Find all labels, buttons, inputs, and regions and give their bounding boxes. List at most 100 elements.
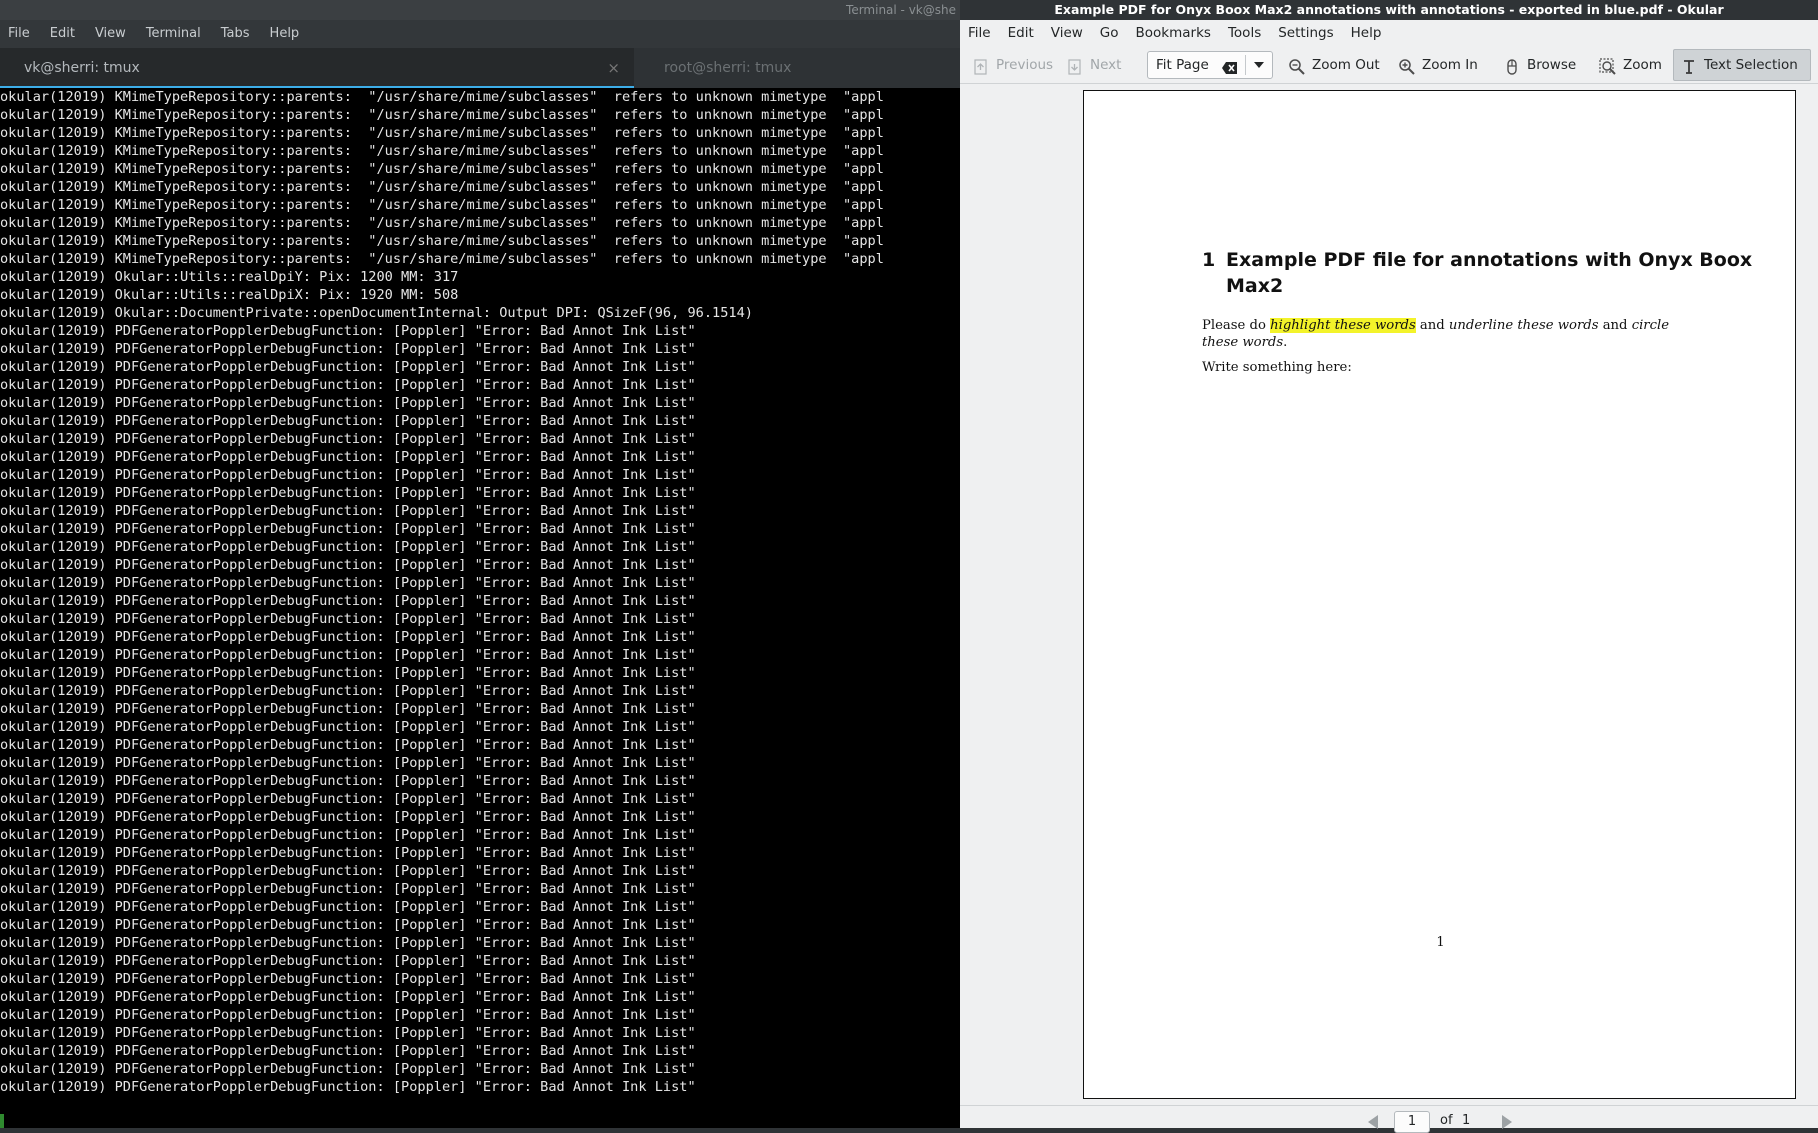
terminal-menu-help[interactable]: Help — [270, 20, 300, 48]
text-selection-button[interactable]: Text Selection — [1673, 49, 1811, 81]
okular-window-title: Example PDF for Onyx Boox Max2 annotatio… — [1054, 2, 1724, 17]
page-navigation-bar: 1 of 1 — [960, 1105, 1818, 1133]
zoom-in-icon — [1398, 56, 1416, 75]
terminal-line: okular(12019) PDFGeneratorPopplerDebugFu… — [0, 557, 696, 573]
okular-menu-bookmarks[interactable]: Bookmarks — [1136, 20, 1211, 46]
para-prefix: Please do — [1202, 318, 1271, 333]
terminal-line: okular(12019) PDFGeneratorPopplerDebugFu… — [0, 755, 696, 771]
terminal-line: okular(12019) KMimeTypeRepository::paren… — [0, 251, 884, 267]
terminal-window-title: Terminal - vk@she — [846, 3, 956, 17]
page-footer-number: 1 — [1436, 935, 1445, 950]
chevron-down-icon[interactable] — [1254, 62, 1264, 68]
clear-text-icon[interactable] — [1222, 58, 1238, 74]
page-of-label: of — [1440, 1113, 1453, 1128]
heading-text: Example PDF file for annotations with On… — [1226, 249, 1753, 297]
terminal-line: okular(12019) PDFGeneratorPopplerDebugFu… — [0, 683, 696, 699]
highlight-annotation[interactable]: highlight these words — [1270, 318, 1416, 333]
page-total-label: 1 — [1462, 1113, 1471, 1128]
hand-icon — [1503, 56, 1521, 75]
terminal-menu-file[interactable]: File — [8, 20, 30, 48]
okular-menu-tools[interactable]: Tools — [1228, 20, 1261, 46]
para-and: and — [1415, 318, 1449, 333]
terminal-output[interactable]: okular(12019) KMimeTypeRepository::paren… — [0, 88, 960, 1128]
terminal-line: okular(12019) PDFGeneratorPopplerDebugFu… — [0, 539, 696, 555]
para-end: . — [1283, 335, 1288, 350]
terminal-line: okular(12019) PDFGeneratorPopplerDebugFu… — [0, 575, 696, 591]
document-heading: 1 Example PDF file for annotations with … — [1202, 247, 1762, 299]
zoom-tool-label: Zoom — [1623, 57, 1662, 73]
terminal-line: okular(12019) PDFGeneratorPopplerDebugFu… — [0, 593, 696, 609]
text-cursor-icon — [1680, 56, 1698, 74]
terminal-line: okular(12019) KMimeTypeRepository::paren… — [0, 197, 884, 213]
terminal-tab-root[interactable]: root@sherri: tmux — [634, 48, 960, 88]
terminal-line: okular(12019) KMimeTypeRepository::paren… — [0, 143, 884, 159]
zoom-tool-icon — [1599, 56, 1617, 75]
browse-label: Browse — [1527, 57, 1577, 73]
okular-menu-settings[interactable]: Settings — [1278, 20, 1333, 46]
terminal-menu-edit[interactable]: Edit — [50, 20, 75, 48]
terminal-line: okular(12019) PDFGeneratorPopplerDebugFu… — [0, 971, 696, 987]
terminal-cursor — [0, 1114, 4, 1128]
zoom-select[interactable]: Fit Page — [1147, 51, 1273, 79]
terminal-line: okular(12019) PDFGeneratorPopplerDebugFu… — [0, 503, 696, 519]
triangle-right-icon[interactable] — [1502, 1115, 1512, 1129]
terminal-line: okular(12019) PDFGeneratorPopplerDebugFu… — [0, 953, 696, 969]
terminal-line: okular(12019) KMimeTypeRepository::paren… — [0, 179, 884, 195]
okular-menu-view[interactable]: View — [1051, 20, 1083, 46]
terminal-line: okular(12019) PDFGeneratorPopplerDebugFu… — [0, 1007, 696, 1023]
terminal-line: okular(12019) PDFGeneratorPopplerDebugFu… — [0, 701, 696, 717]
next-button[interactable]: Next — [1060, 49, 1127, 81]
terminal-line: okular(12019) PDFGeneratorPopplerDebugFu… — [0, 791, 696, 807]
okular-menu-edit[interactable]: Edit — [1008, 20, 1034, 46]
terminal-menu-terminal[interactable]: Terminal — [146, 20, 201, 48]
previous-button[interactable]: Previous — [966, 49, 1059, 81]
text-selection-label: Text Selection — [1704, 57, 1798, 73]
zoom-in-button[interactable]: Zoom In — [1392, 49, 1484, 81]
combo-separator — [1245, 55, 1246, 75]
okular-menu-help[interactable]: Help — [1351, 20, 1382, 46]
terminal-line: okular(12019) PDFGeneratorPopplerDebugFu… — [0, 863, 696, 879]
zoom-out-button[interactable]: Zoom Out — [1282, 49, 1386, 81]
terminal-line: okular(12019) PDFGeneratorPopplerDebugFu… — [0, 845, 696, 861]
terminal-line: okular(12019) PDFGeneratorPopplerDebugFu… — [0, 827, 696, 843]
terminal-menubar: File Edit View Terminal Tabs Help — [0, 20, 960, 48]
terminal-line: okular(12019) PDFGeneratorPopplerDebugFu… — [0, 323, 696, 339]
terminal-line: okular(12019) PDFGeneratorPopplerDebugFu… — [0, 395, 696, 411]
terminal-tab-vk[interactable]: vk@sherri: tmux × — [0, 48, 634, 88]
para-and: and — [1598, 318, 1632, 333]
terminal-line: okular(12019) KMimeTypeRepository::paren… — [0, 89, 884, 105]
okular-menu-go[interactable]: Go — [1100, 20, 1119, 46]
document-viewer[interactable]: 1 Example PDF file for annotations with … — [960, 85, 1818, 1105]
terminal-line: okular(12019) PDFGeneratorPopplerDebugFu… — [0, 1043, 696, 1059]
zoom-tool-button[interactable]: Zoom — [1593, 49, 1668, 81]
page-number-input[interactable]: 1 — [1394, 1111, 1430, 1133]
terminal-tabbar: vk@sherri: tmux × root@sherri: tmux — [0, 48, 960, 88]
browse-button[interactable]: Browse — [1497, 49, 1582, 81]
terminal-line: okular(12019) KMimeTypeRepository::paren… — [0, 107, 884, 123]
zoom-out-label: Zoom Out — [1312, 57, 1380, 73]
terminal-tab-label: vk@sherri: tmux — [24, 60, 140, 76]
okular-menubar: File Edit View Go Bookmarks Tools Settin… — [960, 20, 1818, 46]
terminal-menu-view[interactable]: View — [95, 20, 126, 48]
terminal-line: okular(12019) PDFGeneratorPopplerDebugFu… — [0, 1025, 696, 1041]
write-prompt: Write something here: — [1202, 360, 1352, 375]
close-icon[interactable]: × — [607, 48, 620, 88]
heading-number: 1 — [1202, 249, 1216, 271]
terminal-line: okular(12019) PDFGeneratorPopplerDebugFu… — [0, 521, 696, 537]
okular-window: Example PDF for Onyx Boox Max2 annotatio… — [960, 0, 1818, 1133]
terminal-titlebar[interactable]: Terminal - vk@she — [0, 0, 960, 20]
terminal-line: okular(12019) PDFGeneratorPopplerDebugFu… — [0, 737, 696, 753]
terminal-line: okular(12019) PDFGeneratorPopplerDebugFu… — [0, 431, 696, 447]
okular-titlebar[interactable]: Example PDF for Onyx Boox Max2 annotatio… — [960, 0, 1818, 20]
terminal-window: Terminal - vk@she File Edit View Termina… — [0, 0, 960, 1128]
terminal-line: okular(12019) KMimeTypeRepository::paren… — [0, 233, 884, 249]
document-paragraph: Please do highlight these words and unde… — [1202, 317, 1678, 351]
triangle-left-icon[interactable] — [1368, 1115, 1378, 1129]
pdf-page[interactable]: 1 Example PDF file for annotations with … — [1083, 90, 1796, 1099]
terminal-line: okular(12019) PDFGeneratorPopplerDebugFu… — [0, 809, 696, 825]
arrow-down-icon — [1066, 56, 1084, 75]
terminal-line: okular(12019) PDFGeneratorPopplerDebugFu… — [0, 485, 696, 501]
okular-menu-file[interactable]: File — [968, 20, 991, 46]
terminal-menu-tabs[interactable]: Tabs — [221, 20, 250, 48]
terminal-line: okular(12019) PDFGeneratorPopplerDebugFu… — [0, 881, 696, 897]
